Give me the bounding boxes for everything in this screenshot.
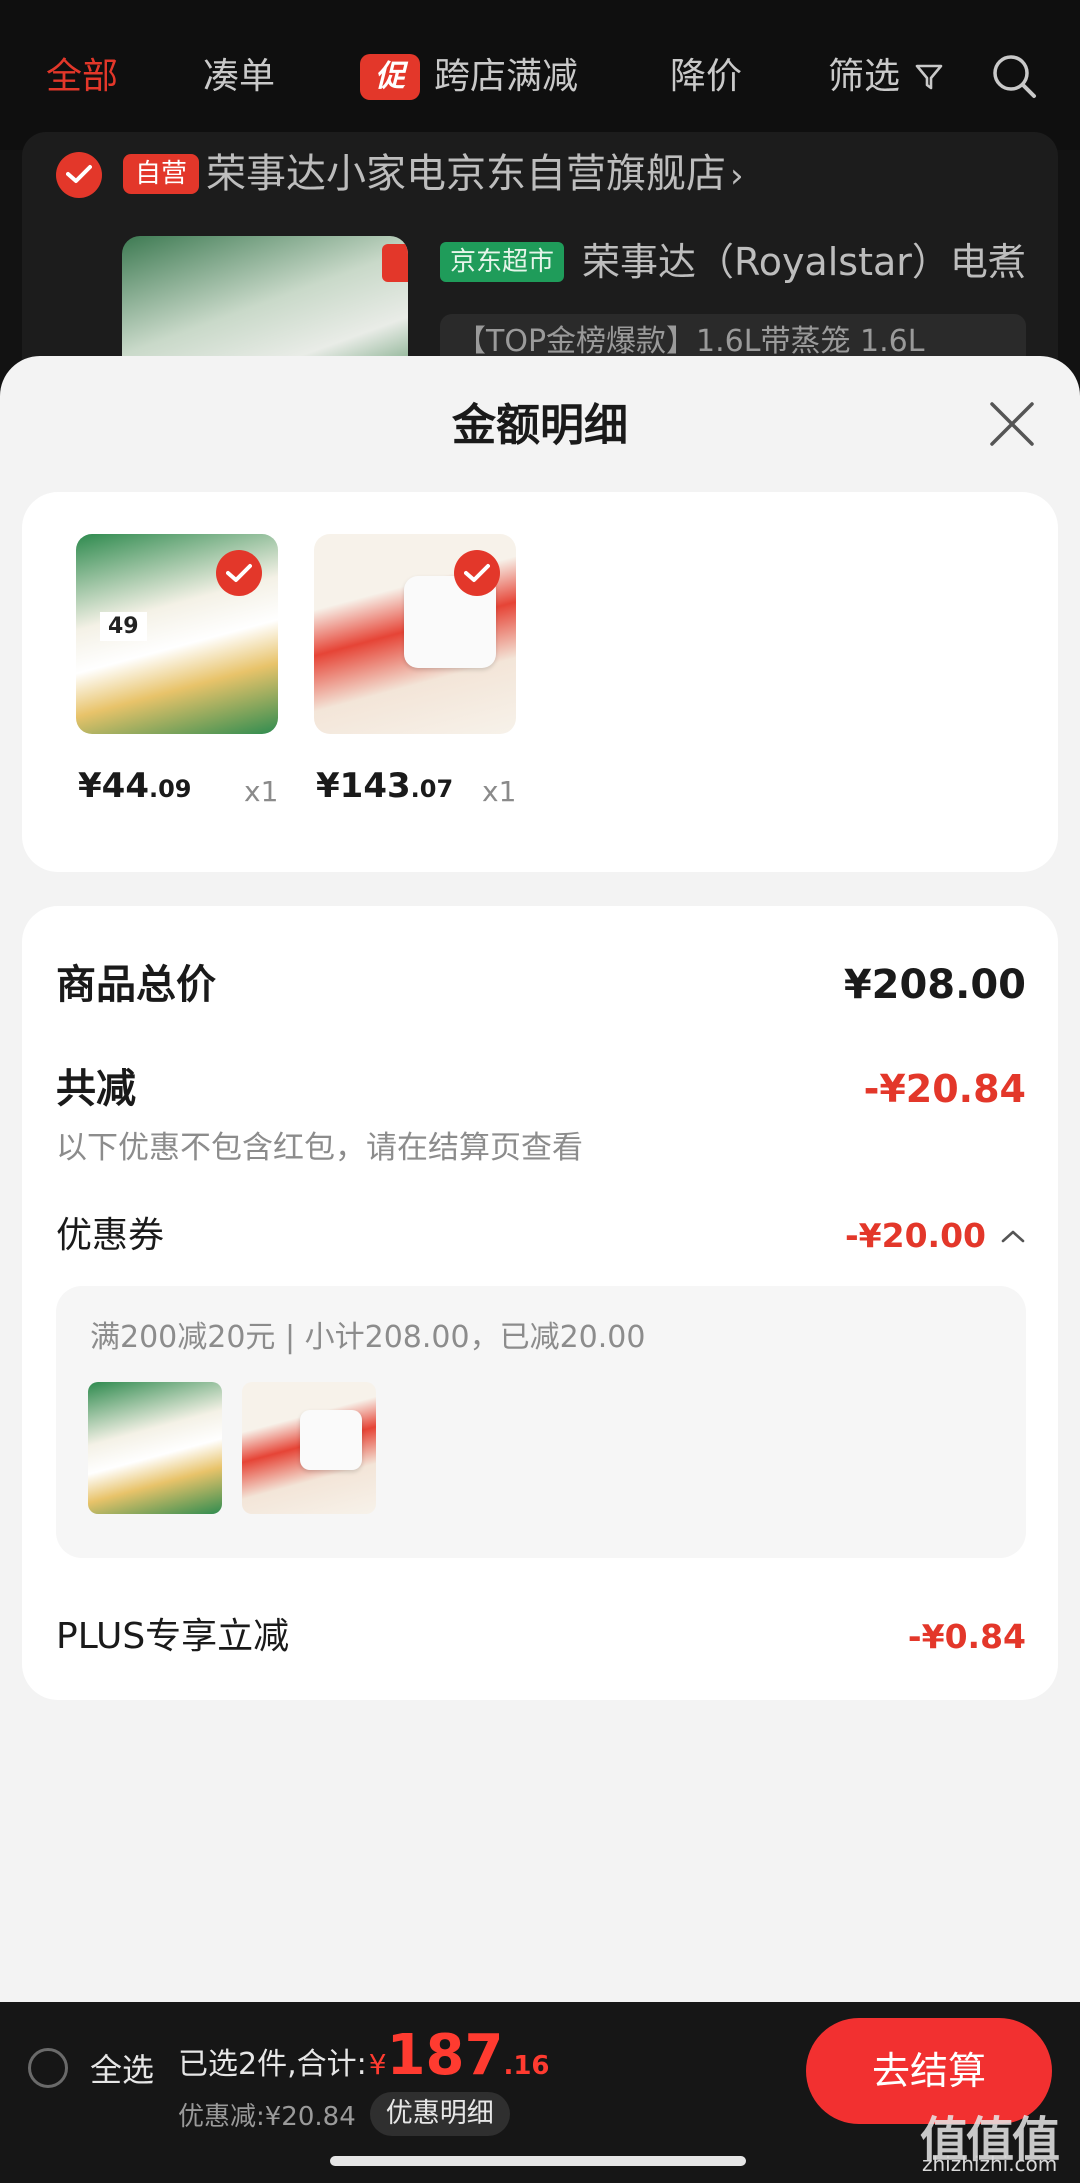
amount-detail-sheet: 金额明细 ¥44.09 x1 [0, 356, 1080, 2006]
check-icon [464, 564, 490, 582]
coupon-value: -¥20.00 [844, 1216, 986, 1255]
price-integer: ¥44 [78, 766, 149, 806]
watermark-url: zhizhizhi.com [922, 2152, 1058, 2176]
discount-summary: 优惠减:¥20.84 优惠明细 [178, 2092, 510, 2136]
total-price-value: ¥208.00 [843, 962, 1026, 1008]
price-integer: ¥143 [316, 766, 411, 806]
price-decimal: .09 [148, 775, 192, 803]
reduction-note: 以下优惠不包含红包，请在结算页查看 [56, 1130, 583, 1166]
total-reduction-value: -¥20.84 [863, 1067, 1026, 1111]
close-icon[interactable] [984, 396, 1040, 452]
price-breakdown-card: 商品总价 ¥208.00 共减 -¥20.84 以下优惠不包含红包，请在结算页查… [22, 906, 1058, 1700]
total-decimal: .16 [503, 2051, 550, 2081]
product-image [314, 534, 516, 734]
coupon-item-thumbnail [242, 1382, 376, 1514]
tab-combine[interactable]: 凑单 [203, 46, 275, 108]
shop-name-link[interactable]: 荣事达小家电京东自营旗舰店 › [206, 146, 744, 204]
coupon-label: 优惠券 [56, 1215, 165, 1256]
selected-items-card: ¥44.09 x1 ¥143.07 x1 [22, 492, 1058, 872]
select-all-label[interactable]: 全选 [90, 2048, 154, 2092]
order-total: 已选2件,合计: ¥ 187 .16 [178, 2026, 550, 2086]
chevron-right-icon: › [730, 156, 744, 196]
top-tab-bar: 全部 凑单 促 跨店满减 降价 筛选 [0, 0, 1080, 150]
price-decimal: .07 [410, 775, 454, 803]
currency-symbol: ¥ [368, 2048, 387, 2081]
self-operated-badge: 自营 [123, 154, 200, 194]
product-title[interactable]: 荣事达（Royalstar）电煮 [582, 232, 1026, 292]
promo-badge: 促 [360, 54, 420, 100]
coupon-description: 满200减20元 | 小计208.00，已减20.00 [90, 1320, 646, 1355]
shop-name: 荣事达小家电京东自营旗舰店 [206, 151, 726, 197]
sheet-title: 金额明细 [452, 400, 628, 451]
coupon-item-thumbnail [88, 1382, 222, 1514]
item-rice-cooker[interactable] [314, 534, 516, 734]
item-rice-cooker-steamer[interactable] [76, 534, 278, 734]
select-all-radio[interactable] [28, 2048, 68, 2088]
tab-all[interactable]: 全部 [46, 46, 118, 108]
item-checkbox[interactable] [216, 550, 262, 596]
plus-discount-label: PLUS专享立减 [56, 1616, 290, 1657]
item-price: ¥44.09 [78, 766, 192, 806]
total-reduction-label: 共减 [56, 1066, 136, 1112]
jd-market-badge: 京东超市 [440, 242, 565, 282]
tab-cross-store[interactable]: 促 跨店满减 [360, 46, 578, 108]
coupon-detail-box: 满200减20元 | 小计208.00，已减20.00 [56, 1286, 1026, 1558]
selected-count-text: 已选2件,合计: [178, 2047, 367, 2082]
filter-icon [915, 64, 943, 90]
item-checkbox[interactable] [454, 550, 500, 596]
tab-filter[interactable]: 筛选 [828, 46, 944, 108]
shop-card: 自营 荣事达小家电京东自营旗舰店 › 京东超市 荣事达（Royalstar）电煮 … [22, 132, 1058, 396]
check-icon [226, 564, 252, 582]
tab-filter-label: 筛选 [828, 56, 901, 97]
discount-detail-button[interactable]: 优惠明细 [369, 2092, 510, 2136]
total-price-label: 商品总价 [56, 962, 216, 1008]
chevron-up-icon [1001, 1230, 1025, 1243]
tab-cross-store-label: 跨店满减 [434, 56, 579, 97]
total-integer: 187 [386, 2023, 504, 2088]
plus-discount-value: -¥0.84 [907, 1617, 1026, 1656]
discount-text: 优惠减:¥20.84 [178, 2101, 356, 2132]
home-indicator[interactable] [330, 2156, 746, 2166]
check-icon [66, 165, 92, 183]
coupon-toggle[interactable]: -¥20.00 [845, 1211, 1026, 1261]
shop-checkbox[interactable] [56, 152, 102, 198]
product-image [76, 534, 278, 734]
search-icon[interactable] [990, 52, 1038, 100]
item-price: ¥143.07 [316, 766, 453, 806]
item-quantity: x1 [482, 775, 517, 808]
tab-price-drop[interactable]: 降价 [670, 46, 742, 108]
item-quantity: x1 [244, 775, 279, 808]
